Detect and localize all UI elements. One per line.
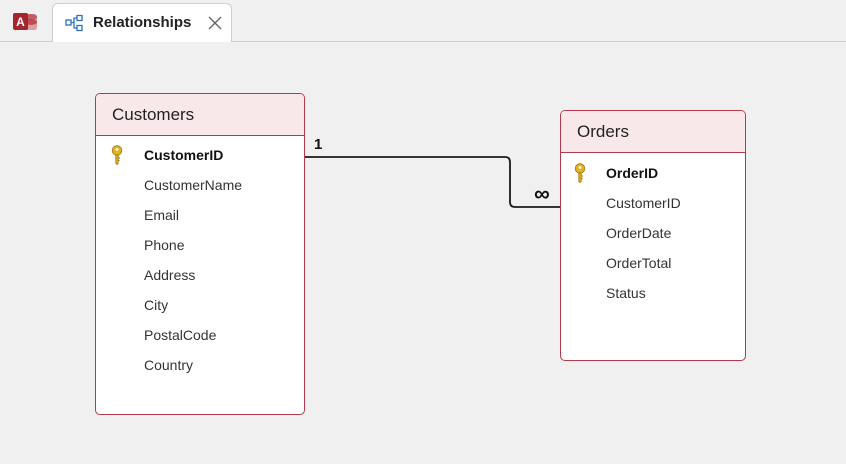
field-label: OrderDate [606, 225, 672, 241]
customers-field-list: CustomerID CustomerName Email Phone Address C… [96, 136, 304, 380]
tab-relationships[interactable]: Relationships [52, 3, 232, 43]
field-label: CustomerName [144, 177, 243, 193]
field-row[interactable]: OrderDate [561, 218, 745, 248]
field-row[interactable]: PostalCode [96, 320, 304, 350]
app-icon-letter: A [16, 15, 25, 29]
document-tab-strip: A Relationships [0, 0, 846, 43]
field-label: Address [144, 267, 196, 283]
primary-key-icon [574, 163, 586, 183]
relationship-many-label: ∞ [534, 181, 550, 206]
field-row[interactable]: Address [96, 260, 304, 290]
field-label: Country [144, 357, 194, 373]
orders-table[interactable]: Orders OrderID CustomerID OrderDate OrderTo… [560, 110, 746, 361]
field-row[interactable]: Email [96, 200, 304, 230]
customers-table[interactable]: Customers CustomerID CustomerName Email Pho… [95, 93, 305, 415]
access-window: A Relationships 1 ∞ Customers CustomerID… [0, 0, 846, 464]
field-label: CustomerID [144, 147, 224, 163]
field-row[interactable]: Phone [96, 230, 304, 260]
relationships-icon [65, 14, 83, 32]
field-label: Status [606, 285, 646, 301]
close-icon[interactable] [205, 13, 225, 33]
access-app-icon[interactable]: A [12, 10, 38, 34]
orders-table-title[interactable]: Orders [561, 111, 745, 153]
field-row[interactable]: CustomerName [96, 170, 304, 200]
customers-table-title[interactable]: Customers [96, 94, 304, 136]
orders-field-list: OrderID CustomerID OrderDate OrderTotal Stat… [561, 153, 745, 308]
tab-label: Relationships [93, 14, 192, 31]
primary-key-icon [111, 145, 123, 165]
field-row[interactable]: Status [561, 278, 745, 308]
field-label: PostalCode [144, 327, 217, 343]
field-label: OrderTotal [606, 255, 672, 271]
field-label: Email [144, 207, 180, 223]
field-row[interactable]: CustomerID [96, 140, 304, 170]
field-label: CustomerID [606, 195, 681, 211]
field-row[interactable]: OrderTotal [561, 248, 745, 278]
relationship-one-label: 1 [314, 136, 323, 153]
field-row[interactable]: CustomerID [561, 188, 745, 218]
field-row[interactable]: City [96, 290, 304, 320]
relationships-canvas[interactable]: 1 ∞ Customers CustomerID CustomerName Emai… [0, 42, 846, 464]
field-row[interactable]: Country [96, 350, 304, 380]
field-row[interactable]: OrderID [561, 158, 745, 188]
field-label: OrderID [606, 165, 659, 181]
field-label: Phone [144, 237, 185, 253]
field-label: City [144, 297, 169, 313]
